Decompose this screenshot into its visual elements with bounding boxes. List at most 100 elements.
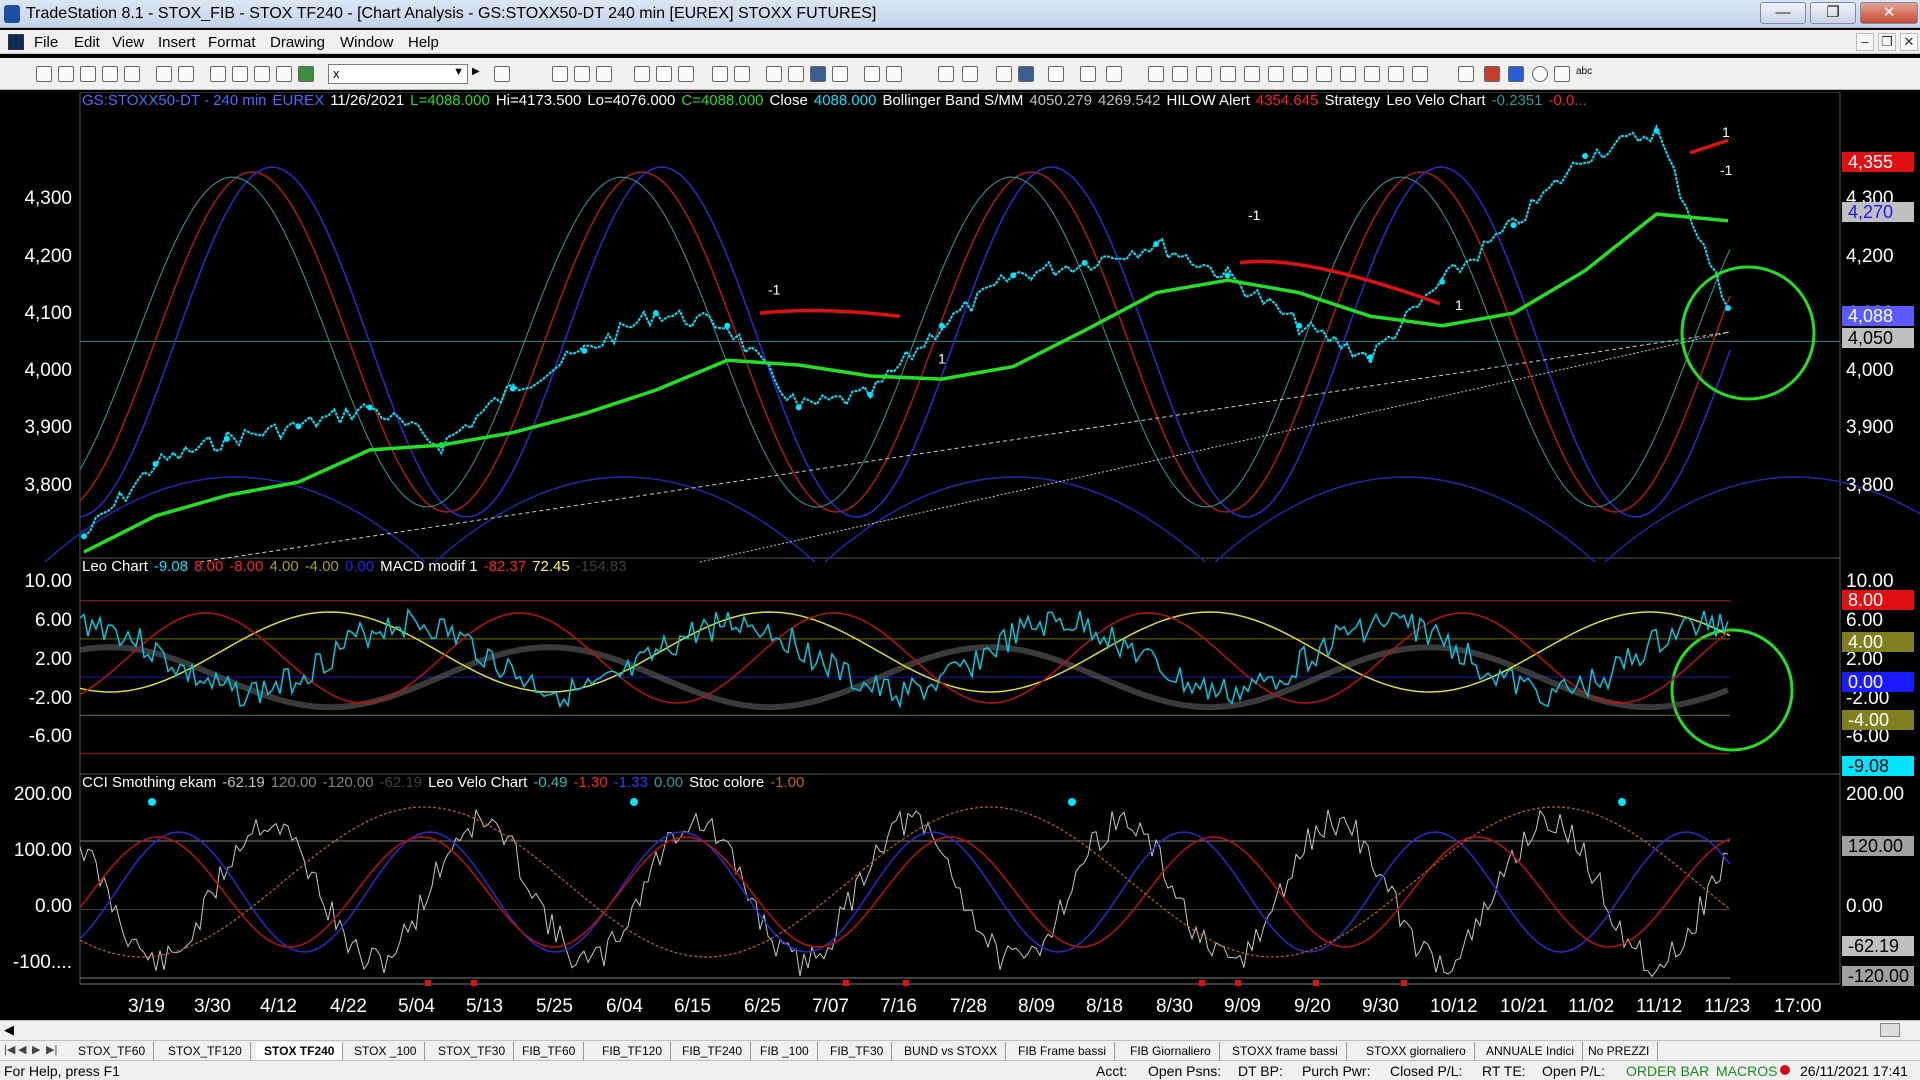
scroll-left-icon[interactable] (864, 66, 880, 82)
ellipse-icon[interactable] (1532, 66, 1548, 82)
print-icon[interactable] (156, 66, 172, 82)
chart-analysis-area[interactable]: -1 1 -1 1 1 -1 GS:STOXX50-DT - 240 min EUREX 11… (0, 92, 1920, 1020)
mdi-minimize-button[interactable]: – (1856, 33, 1874, 51)
scroll-left-icon[interactable]: ◀ (4, 1022, 14, 1038)
maximize-button[interactable]: ❐ (1810, 2, 1856, 24)
tab-item[interactable]: ANNUALE Indici (1478, 1042, 1584, 1060)
new-icon[interactable] (36, 66, 52, 82)
menu-format[interactable]: Format (208, 34, 256, 51)
mdi-restore-button[interactable]: ❐ (1878, 33, 1896, 51)
open-icon[interactable] (58, 66, 74, 82)
price-scale-icon[interactable] (832, 66, 848, 82)
scroll-thumb[interactable] (1880, 1023, 1900, 1037)
chart-window-icon[interactable] (232, 66, 248, 82)
tab-item[interactable]: FIB Giornaliero (1122, 1042, 1220, 1060)
order-bar-label[interactable]: ORDER BAR (1626, 1063, 1709, 1079)
regression-icon[interactable] (1316, 66, 1332, 82)
trendline-icon[interactable] (1148, 66, 1164, 82)
insert-analysis-icon[interactable] (734, 66, 750, 82)
minimize-button[interactable]: — (1760, 2, 1806, 24)
scroll-right-icon[interactable] (886, 66, 902, 82)
line-chart-icon[interactable] (656, 66, 672, 82)
study-icon[interactable] (788, 66, 804, 82)
arrows-icon[interactable] (1340, 66, 1356, 82)
find-icon[interactable] (494, 66, 510, 82)
workspace-icon[interactable] (102, 66, 118, 82)
folder-icon[interactable] (124, 66, 140, 82)
tab-item[interactable]: STOX_TF30 (430, 1042, 515, 1060)
radarscreen-icon[interactable] (574, 66, 590, 82)
strategy-icon[interactable] (766, 66, 782, 82)
speed-lines-icon[interactable] (1268, 66, 1284, 82)
chevron-down-icon[interactable]: ▼ (453, 66, 464, 78)
drawing-object-icon[interactable] (1080, 66, 1096, 82)
radar-icon[interactable] (298, 66, 314, 82)
tab-nav-button[interactable]: ▶| (46, 1043, 57, 1056)
channel-icon[interactable] (1196, 66, 1212, 82)
zoom-in-icon[interactable] (938, 66, 954, 82)
chart-analysis-icon[interactable] (552, 66, 568, 82)
close-button[interactable]: ✕ (1860, 2, 1918, 24)
matrix-icon[interactable] (810, 66, 826, 82)
rectangle-icon[interactable] (1554, 66, 1570, 82)
tab-item[interactable]: No PREZZI (1580, 1042, 1659, 1060)
arrow-down-icon[interactable] (1484, 66, 1500, 82)
andrews-icon[interactable] (1292, 66, 1308, 82)
mdi-close-button[interactable]: ✕ (1900, 33, 1918, 51)
tab-item[interactable]: FIB_TF60 (514, 1042, 585, 1060)
tab-item[interactable]: FIB_TF240 (674, 1042, 752, 1060)
tab-item[interactable]: STOX_TF60 (70, 1042, 155, 1060)
menu-file[interactable]: File (34, 34, 58, 51)
print-preview-icon[interactable] (178, 66, 194, 82)
text-icon[interactable]: abc (1576, 66, 1592, 82)
horizontal-scrollbar[interactable]: ◀ (0, 1020, 1920, 1040)
pointer-icon[interactable] (996, 66, 1012, 82)
curve-icon[interactable] (1458, 66, 1474, 82)
tab-nav-button[interactable]: ◀ (18, 1043, 26, 1056)
format-window-icon[interactable] (210, 66, 226, 82)
data-window-icon[interactable] (1018, 66, 1034, 82)
grid-icon[interactable] (596, 66, 612, 82)
menu-insert[interactable]: Insert (158, 34, 196, 51)
gann-icon[interactable] (1244, 66, 1260, 82)
tab-item[interactable]: BUND vs STOXX (896, 1042, 1007, 1060)
candle-icon[interactable] (678, 66, 694, 82)
tab-item[interactable]: FIB Frame bassi (1010, 1042, 1116, 1060)
bar-chart-icon[interactable] (634, 66, 650, 82)
cci-axis-tick: 100.00 (13, 840, 72, 861)
tab-nav-button[interactable]: |◀ (4, 1043, 15, 1056)
tab-item[interactable]: STOX_TF120 (160, 1042, 251, 1060)
fibonacci-icon[interactable] (1220, 66, 1236, 82)
zoom-out-icon[interactable] (962, 66, 978, 82)
tab-item[interactable]: FIB_TF120 (594, 1042, 672, 1060)
go-icon[interactable]: ▶ (472, 66, 488, 82)
lock-icon[interactable] (254, 66, 270, 82)
tab-item[interactable]: FIB_TF30 (822, 1042, 893, 1060)
refresh-icon[interactable] (712, 66, 728, 82)
clipboard-icon[interactable] (276, 66, 292, 82)
tab-item[interactable]: STOX TF240 (256, 1042, 344, 1060)
menu-help[interactable]: Help (408, 34, 439, 51)
settings-icon[interactable] (1106, 66, 1122, 82)
menu-view[interactable]: View (112, 34, 144, 51)
tab-item[interactable]: STOXX giornaliero (1358, 1042, 1475, 1060)
tab-nav-button[interactable]: ▶ (32, 1043, 40, 1056)
cycle-icon[interactable] (1364, 66, 1380, 82)
pen-icon[interactable] (1412, 66, 1428, 82)
tab-item[interactable]: STOX _100 (346, 1042, 426, 1060)
arrow-up-icon[interactable] (1508, 66, 1524, 82)
x-axis-tick: 4/12 (260, 996, 297, 1017)
menu-drawing[interactable]: Drawing (270, 34, 325, 51)
tools-icon[interactable] (1048, 66, 1064, 82)
tab-item[interactable]: FIB _100 (752, 1042, 818, 1060)
horizontal-line-icon[interactable] (1172, 66, 1188, 82)
menu-edit[interactable]: Edit (74, 34, 100, 51)
macros-label[interactable]: MACROS (1716, 1063, 1777, 1079)
legend_mid-item: -4.00 (304, 558, 339, 575)
menu-window[interactable]: Window (340, 34, 393, 51)
save-icon[interactable] (80, 66, 96, 82)
arc-icon[interactable] (1388, 66, 1404, 82)
symbol-input[interactable]: x ▼ (328, 64, 468, 84)
chart-document-icon[interactable] (8, 34, 24, 50)
tab-item[interactable]: STOXX frame bassi (1224, 1042, 1347, 1060)
